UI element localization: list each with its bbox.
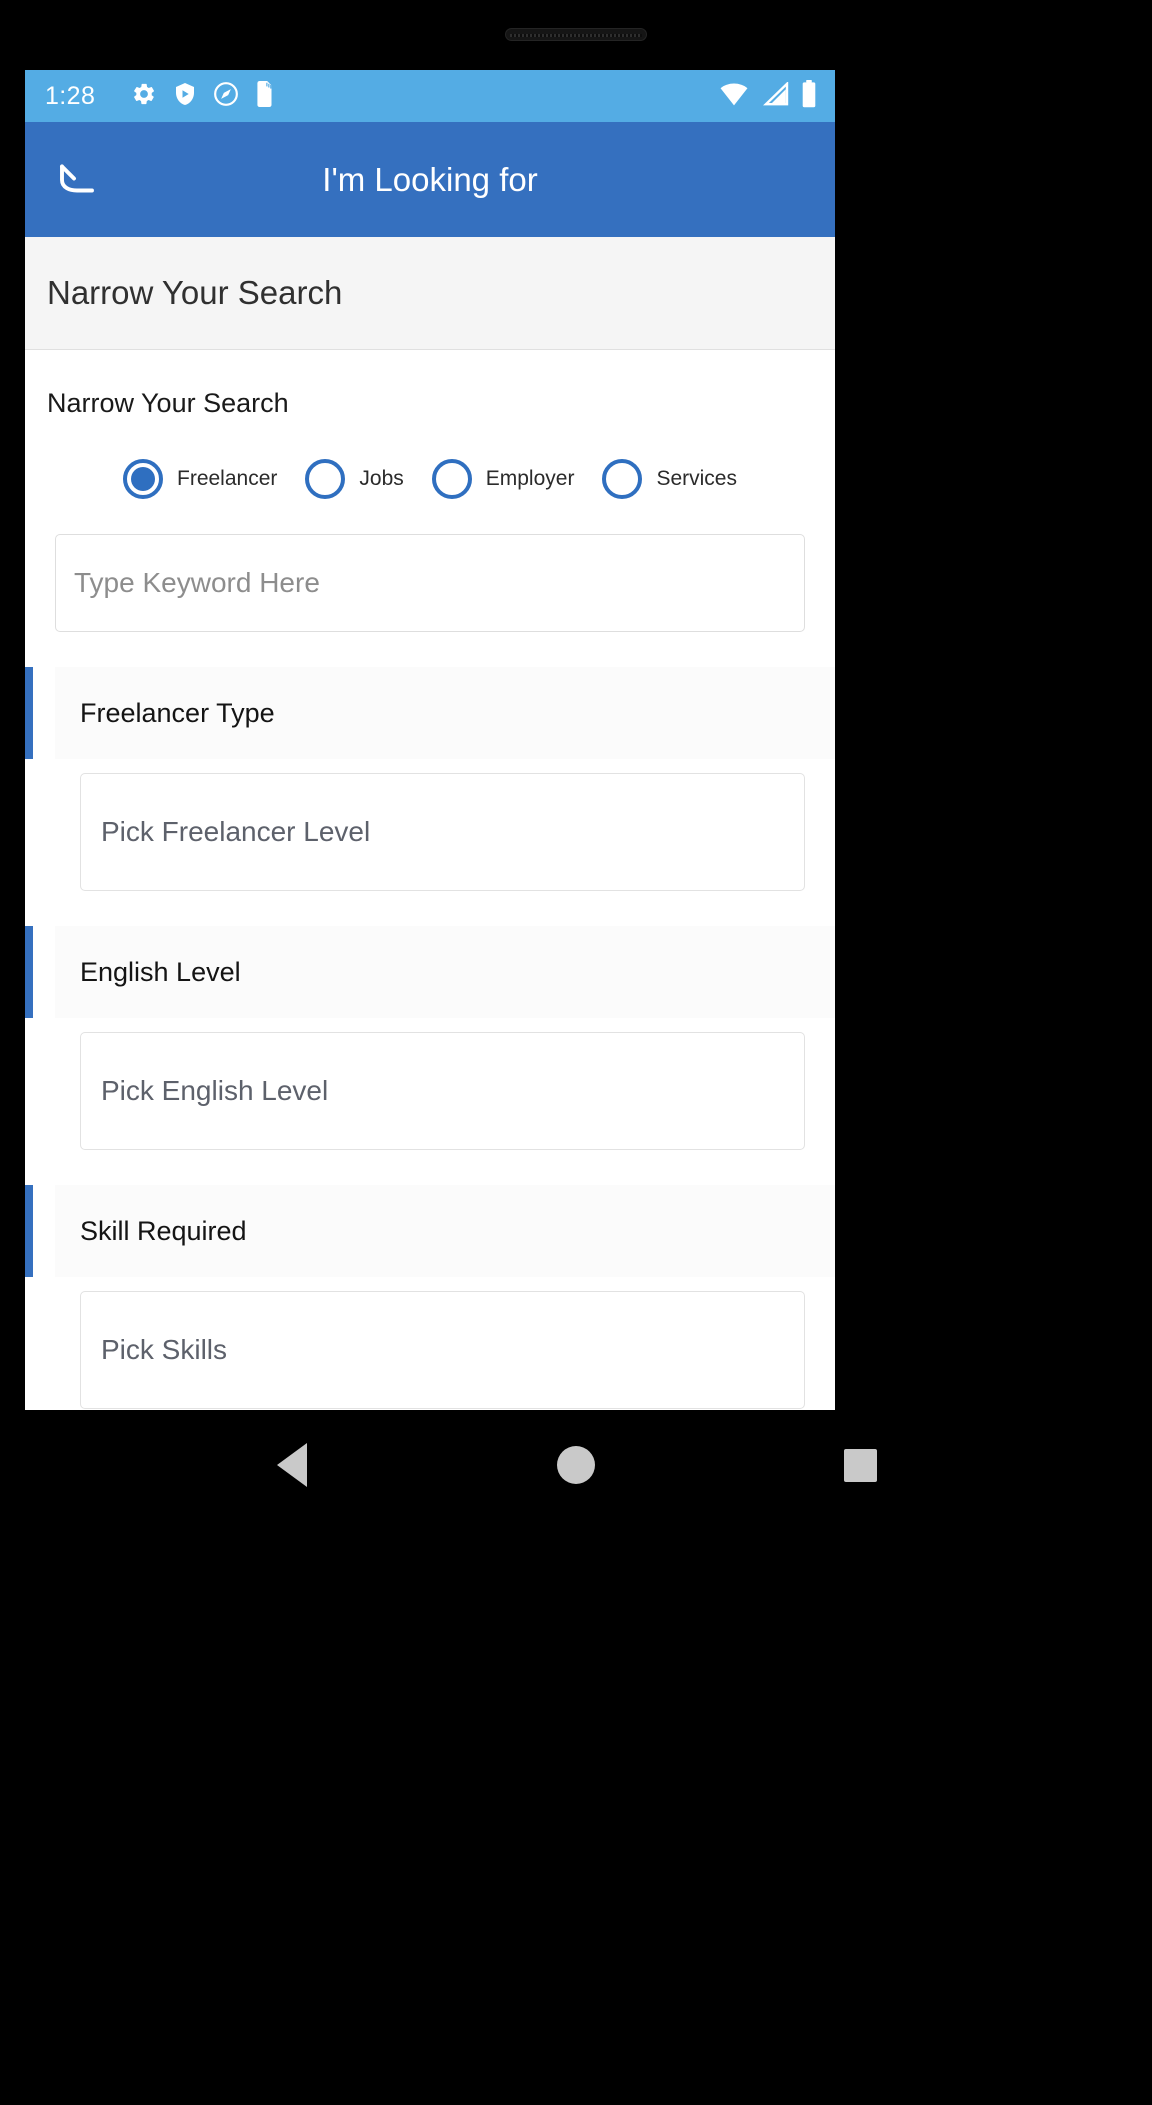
filter-group-freelancer-type: Freelancer Type Pick Freelancer Level	[25, 667, 835, 891]
select-skills[interactable]: Pick Skills	[80, 1291, 805, 1409]
keyword-field-wrapper	[25, 499, 835, 632]
select-freelancer-level-text: Pick Freelancer Level	[101, 816, 371, 847]
group-header-english-level: English Level	[25, 926, 835, 1018]
group-header-skill-required: Skill Required	[25, 1185, 835, 1277]
nav-back-icon	[277, 1443, 307, 1487]
section-label: Narrow Your Search	[47, 388, 289, 418]
radio-circle-jobs[interactable]	[305, 459, 346, 499]
group-title-freelancer-type: Freelancer Type	[80, 697, 275, 728]
sub-header: Narrow Your Search	[25, 237, 835, 350]
location-pin-icon	[213, 81, 239, 112]
radio-label-employer: Employer	[485, 467, 575, 490]
radio-label-services: Services	[656, 467, 737, 490]
filter-form-content: Narrow Your Search Freelancer Jobs Emplo…	[25, 350, 835, 1410]
select-english-level-text: Pick English Level	[101, 1075, 329, 1106]
nav-home-button[interactable]	[531, 1420, 621, 1510]
group-select-wrapper-english-level: Pick English Level	[25, 1018, 835, 1150]
group-header-freelancer-type: Freelancer Type	[25, 667, 835, 759]
nav-recents-icon	[843, 1448, 877, 1482]
play-protect-shield-icon	[173, 81, 197, 112]
radio-option-services[interactable]: Services	[602, 459, 737, 499]
phone-screen: 1:28 I'm Looking for Narrow Your Search …	[25, 70, 835, 1410]
select-english-level[interactable]: Pick English Level	[80, 1032, 805, 1150]
speaker-grille	[505, 28, 647, 41]
radio-option-freelancer[interactable]: Freelancer	[123, 459, 277, 499]
radio-option-jobs[interactable]: Jobs	[305, 459, 404, 499]
keyword-input[interactable]	[55, 534, 805, 632]
group-select-wrapper-freelancer-type: Pick Freelancer Level	[25, 759, 835, 891]
battery-icon	[801, 79, 817, 113]
group-select-wrapper-skill-required: Pick Skills	[25, 1277, 835, 1409]
sub-header-title: Narrow Your Search	[47, 274, 343, 311]
radio-label-jobs: Jobs	[359, 467, 404, 490]
status-bar: 1:28	[25, 70, 835, 122]
group-title-english-level: English Level	[80, 956, 241, 987]
select-freelancer-level[interactable]: Pick Freelancer Level	[80, 773, 805, 891]
nav-recents-button[interactable]	[815, 1420, 905, 1510]
android-nav-bar	[0, 1410, 1152, 1520]
settings-gear-icon	[131, 81, 157, 112]
status-bar-right	[719, 79, 817, 113]
sd-card-icon	[255, 80, 275, 112]
radio-circle-employer[interactable]	[431, 459, 472, 499]
nav-home-icon	[557, 1446, 595, 1484]
back-button[interactable]	[49, 149, 111, 211]
back-arrow-icon	[56, 157, 104, 202]
status-bar-left: 1:28	[45, 80, 719, 112]
cellular-signal-icon	[760, 80, 790, 111]
app-bar: I'm Looking for	[25, 122, 835, 237]
status-clock: 1:28	[45, 81, 96, 110]
search-type-radio-group: Freelancer Jobs Employer Services	[25, 419, 835, 499]
radio-circle-services[interactable]	[602, 459, 643, 499]
group-title-skill-required: Skill Required	[80, 1215, 247, 1246]
nav-back-button[interactable]	[247, 1420, 337, 1510]
select-skills-text: Pick Skills	[101, 1334, 228, 1365]
filter-group-skill-required: Skill Required Pick Skills	[25, 1185, 835, 1409]
wifi-icon	[719, 82, 749, 111]
radio-label-freelancer: Freelancer	[177, 467, 278, 490]
device-frame: 1:28 I'm Looking for Narrow Your Search …	[0, 0, 1152, 2105]
radio-circle-freelancer[interactable]	[123, 459, 163, 499]
filter-group-english-level: English Level Pick English Level	[25, 926, 835, 1150]
app-bar-title: I'm Looking for	[322, 160, 538, 198]
radio-option-employer[interactable]: Employer	[431, 459, 575, 499]
